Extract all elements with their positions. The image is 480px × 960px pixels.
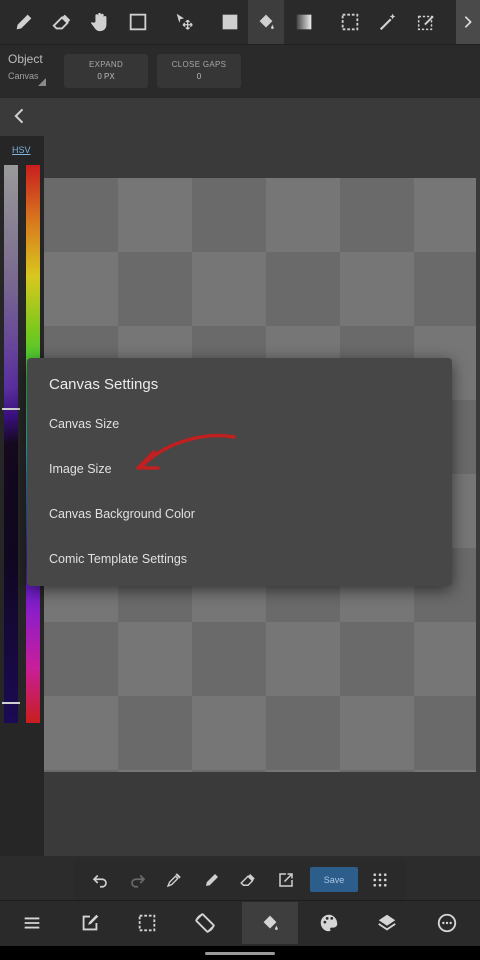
expand-title: EXPAND: [88, 60, 124, 69]
menu-item-image-size[interactable]: Image Size: [49, 462, 112, 476]
grid-dots-icon[interactable]: [364, 860, 396, 900]
select-rect-icon[interactable]: [332, 0, 368, 44]
magic-wand-icon[interactable]: [370, 0, 406, 44]
dialog-title: Canvas Settings: [49, 376, 159, 393]
edit-icon[interactable]: [70, 902, 110, 944]
menu-item-canvas-size[interactable]: Canvas Size: [49, 417, 119, 431]
selection-icon[interactable]: [127, 902, 167, 944]
bucket-icon[interactable]: [248, 0, 284, 44]
rotate-screen-icon[interactable]: [185, 902, 225, 944]
saturation-value-slider[interactable]: [4, 165, 18, 723]
fill-rect-icon[interactable]: [212, 0, 248, 44]
export-icon[interactable]: [270, 860, 302, 900]
save-button[interactable]: Save: [310, 867, 358, 892]
layers-icon[interactable]: [367, 902, 407, 944]
object-value[interactable]: Canvas: [8, 71, 39, 81]
object-label: Object: [8, 52, 43, 66]
eraser-icon[interactable]: [232, 860, 264, 900]
slider-marker[interactable]: [2, 408, 20, 410]
expand-value: 0 PX: [97, 72, 115, 81]
slider-marker[interactable]: [2, 702, 20, 704]
red-annotation-arrow: [136, 433, 236, 470]
close-gaps-value: 0: [196, 72, 202, 81]
undo-icon[interactable]: [84, 860, 116, 900]
secondary-bar: [0, 98, 480, 136]
palette-icon[interactable]: [309, 902, 349, 944]
hand-icon[interactable]: [82, 0, 118, 44]
menu-icon[interactable]: [12, 902, 52, 944]
pencil-icon[interactable]: [6, 0, 42, 44]
chevron-right-icon[interactable]: [456, 0, 480, 44]
more-circle-icon[interactable]: [427, 902, 467, 944]
eyedropper-icon[interactable]: [158, 860, 190, 900]
select-pen-icon[interactable]: [408, 0, 444, 44]
menu-item-comic-template-settings[interactable]: Comic Template Settings: [49, 552, 187, 566]
square-outline-icon[interactable]: [120, 0, 156, 44]
bucket-icon[interactable]: [242, 902, 298, 944]
gradient-icon[interactable]: [286, 0, 322, 44]
move-icon[interactable]: [166, 0, 202, 44]
pencil-icon[interactable]: [196, 860, 228, 900]
menu-item-canvas-background-color[interactable]: Canvas Background Color: [49, 507, 195, 521]
eraser-icon[interactable]: [44, 0, 80, 44]
close-gaps-option[interactable]: CLOSE GAPS 0: [157, 54, 241, 88]
redo-icon[interactable]: [122, 860, 154, 900]
chevron-left-icon[interactable]: [10, 106, 30, 126]
gesture-handle[interactable]: [205, 952, 275, 955]
dropdown-triangle-icon[interactable]: [38, 78, 46, 86]
expand-option[interactable]: EXPAND 0 PX: [64, 54, 148, 88]
close-gaps-title: CLOSE GAPS: [171, 60, 227, 69]
top-toolbar: [0, 0, 480, 44]
hsv-mode-tab[interactable]: HSV: [12, 145, 31, 155]
